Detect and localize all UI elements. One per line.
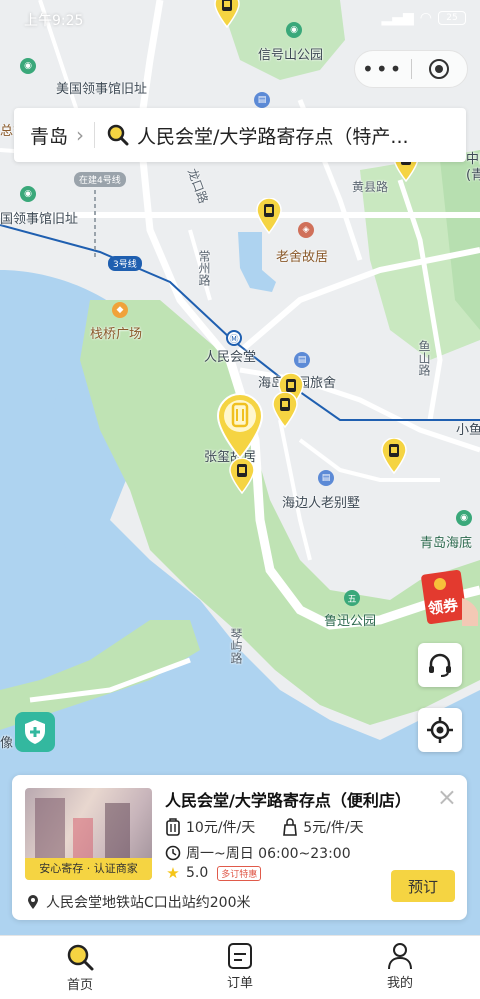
user-icon xyxy=(388,943,412,970)
order-list-icon xyxy=(228,943,252,969)
close-miniprogram-button[interactable] xyxy=(412,58,468,80)
star-icon: ★ xyxy=(166,864,180,882)
park-icon: 五 xyxy=(344,590,360,606)
store-card[interactable]: 安心寄存 · 认证商家 人民会堂/大学路寄存点（便利店） × 10元/件/天 5… xyxy=(12,775,467,920)
chevron-right-icon: › xyxy=(76,123,85,147)
opening-hours: 周一~周日 06:00~23:00 xyxy=(186,846,351,862)
tab-mine[interactable]: 我的 xyxy=(320,936,480,999)
location-pin-icon xyxy=(25,894,41,910)
selected-storage-pin[interactable] xyxy=(215,392,265,460)
signal-icon: ▂▄▆ xyxy=(381,10,414,26)
map-label-qingdao-haidi: 青岛海底 xyxy=(420,536,473,551)
map-label-us-consulate: 美国领事馆旧址 xyxy=(56,82,148,97)
search-bar[interactable]: 青岛 › 人民会堂/大学路寄存点（特产... xyxy=(14,108,466,162)
location-hint: 人民会堂地铁站C口出站约200米 xyxy=(46,895,251,911)
camera-icon: ◉ xyxy=(20,58,36,74)
bag-icon xyxy=(282,818,298,836)
shopping-icon: ◆ xyxy=(112,302,128,318)
map-label-yushan-road: 鱼山路 xyxy=(417,340,431,376)
shield-plus-icon xyxy=(25,720,45,744)
search-home-icon xyxy=(67,944,94,971)
metro-station-icon: Ⓜ xyxy=(226,330,242,346)
map-label-qinyu-road: 琴屿路 xyxy=(229,628,243,664)
storage-pin[interactable] xyxy=(381,438,407,474)
rating-row: ★ 5.0 多订特惠 xyxy=(165,864,262,882)
map-label-huangxian-road: 黄县路 xyxy=(352,180,389,194)
coupon-button[interactable]: 领券 xyxy=(418,568,480,626)
attraction-icon: ◈ xyxy=(298,222,314,238)
store-photo-image xyxy=(35,798,130,858)
camera-icon: ◉ xyxy=(20,186,36,202)
locate-icon xyxy=(427,717,453,743)
map-label-laoshe: 老舍故居 xyxy=(276,250,329,265)
close-card-button[interactable]: × xyxy=(437,783,457,811)
map-label-renmin-huitang: 人民会堂 xyxy=(204,350,257,365)
search-query[interactable]: 人民会堂/大学路寄存点（特产... xyxy=(137,122,427,149)
store-photo: 安心寄存 · 认证商家 xyxy=(25,788,152,880)
storage-pin[interactable] xyxy=(229,458,255,494)
map-label-changzhou-road: 常州路 xyxy=(197,250,211,286)
map-label-villa: 海边人老别墅 xyxy=(282,496,361,511)
price-large-item: 10元/件/天 xyxy=(186,820,256,836)
hotel-icon: ▤ xyxy=(318,470,334,486)
camera-icon: ◉ xyxy=(456,510,472,526)
customer-service-button[interactable] xyxy=(418,643,462,687)
search-icon xyxy=(107,124,129,146)
map-label-consulate: 国领事馆旧址 xyxy=(0,212,79,227)
map-label-luxun-park: 鲁迅公园 xyxy=(324,614,377,629)
wifi-icon: ◠ xyxy=(419,10,432,26)
tab-home[interactable]: 首页 xyxy=(0,936,160,999)
map-label-xiaoyu: 小鱼 xyxy=(456,423,480,438)
map-label-xinhao-park: 信号山公园 xyxy=(258,48,324,63)
rating-value: 5.0 xyxy=(186,865,209,881)
storage-pin[interactable] xyxy=(272,392,298,428)
status-bar: 上午9:25 ▂▄▆ ◠ 25 xyxy=(0,0,480,36)
discount-tag: 多订特惠 xyxy=(217,865,262,881)
metro-line-4-tag: 在建4号线 xyxy=(74,172,126,187)
miniprogram-capsule: ••• xyxy=(354,50,468,88)
luggage-icon xyxy=(165,818,181,836)
metro-line-3-tag: 3号线 xyxy=(108,256,142,271)
search-divider xyxy=(94,122,96,148)
map-label-zhanqiao: 栈桥广场 xyxy=(90,327,143,342)
store-title: 人民会堂/大学路寄存点（便利店） xyxy=(165,791,411,810)
city-selector[interactable]: 青岛 xyxy=(14,122,68,149)
tab-home-label: 首页 xyxy=(66,978,93,993)
price-small-item: 5元/件/天 xyxy=(303,820,364,836)
map-label-coast: 像 xyxy=(0,736,14,751)
more-menu-button[interactable]: ••• xyxy=(355,57,411,81)
hotel-icon: ▤ xyxy=(294,352,310,368)
storage-pin[interactable] xyxy=(256,198,282,234)
battery-icon: 25 xyxy=(438,11,466,25)
price-row: 10元/件/天 5元/件/天 xyxy=(165,817,364,837)
tab-orders-label: 订单 xyxy=(226,976,253,991)
location-row: 人民会堂地铁站C口出站约200米 xyxy=(25,892,251,912)
hotel-icon: ▤ xyxy=(254,92,270,108)
locate-me-button[interactable] xyxy=(418,708,462,752)
insurance-button[interactable] xyxy=(15,712,55,752)
book-button[interactable]: 预订 xyxy=(391,870,455,902)
tab-mine-label: 我的 xyxy=(386,976,413,991)
status-time: 上午9:25 xyxy=(24,13,84,29)
coupon-label: 领券 xyxy=(426,595,460,618)
verified-badge: 安心寄存 · 认证商家 xyxy=(25,858,152,880)
map-label-zhongguo-2: (青 xyxy=(466,168,480,183)
headset-icon xyxy=(429,653,451,677)
clock-icon xyxy=(165,845,181,861)
bottom-tab-bar: 首页 订单 我的 xyxy=(0,935,480,999)
tab-orders[interactable]: 订单 xyxy=(160,936,320,999)
hours-row: 周一~周日 06:00~23:00 xyxy=(165,843,351,863)
close-circle-icon xyxy=(429,59,450,79)
